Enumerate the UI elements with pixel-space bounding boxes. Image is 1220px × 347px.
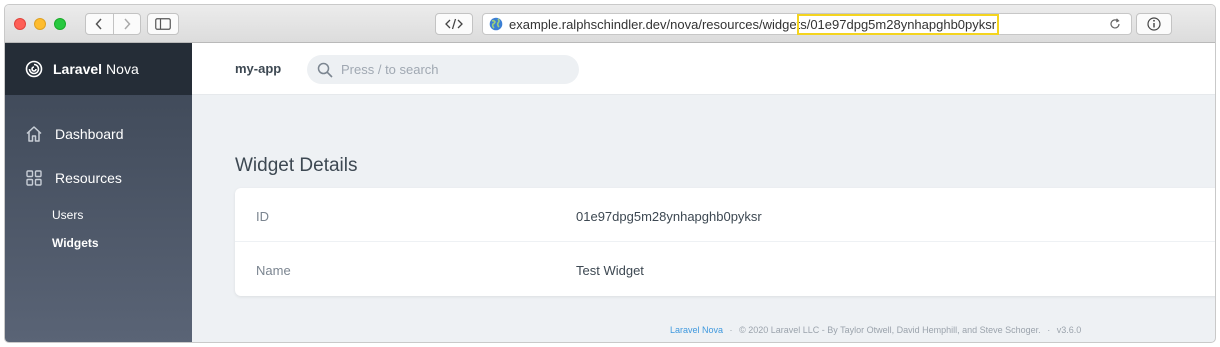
- copyright-text: © 2020 Laravel LLC - By Taylor Otwell, D…: [739, 325, 1041, 335]
- nova-link[interactable]: Laravel Nova: [670, 325, 723, 335]
- search-icon: [317, 62, 333, 78]
- address-bar[interactable]: example.ralphschindler.dev/nova/resource…: [482, 13, 1132, 35]
- sidebar: Laravel Nova Dashboard Resources Users W…: [5, 43, 192, 342]
- field-label: Name: [256, 263, 291, 278]
- app-header: my-app Press / to search: [192, 43, 1215, 95]
- sidebar-item-users[interactable]: Users: [52, 208, 83, 222]
- info-icon: [1147, 17, 1161, 31]
- nova-logo-icon: [25, 60, 43, 78]
- browser-window: example.ralphschindler.dev/nova/resource…: [4, 4, 1216, 343]
- sidebar-item-label: Resources: [55, 170, 122, 186]
- page-info-button[interactable]: [1136, 13, 1172, 35]
- chevron-left-icon: [95, 18, 102, 30]
- minimize-window-button[interactable]: [34, 18, 46, 30]
- globe-icon: [489, 17, 503, 31]
- search-placeholder: Press / to search: [341, 62, 439, 77]
- global-search-input[interactable]: Press / to search: [307, 55, 579, 84]
- url-text: example.ralphschindler.dev/nova/resource…: [509, 13, 1000, 35]
- back-button[interactable]: [86, 14, 113, 34]
- detail-row-id: ID 01e97dpg5m28ynhapghb0pyksr: [235, 188, 1215, 242]
- detail-row-name: Name Test Widget: [235, 242, 1215, 296]
- footer-separator: ·: [1047, 325, 1051, 335]
- close-window-button[interactable]: [14, 18, 26, 30]
- chevron-right-icon: [124, 18, 131, 30]
- brand-logo-link[interactable]: Laravel Nova: [5, 43, 192, 95]
- footer-separator: ·: [729, 325, 733, 335]
- sidebar-item-widgets[interactable]: Widgets: [52, 236, 99, 250]
- reload-icon[interactable]: [1109, 18, 1121, 30]
- brand-name: Nova: [106, 61, 139, 77]
- version-text: v3.6.0: [1056, 325, 1082, 335]
- forward-button[interactable]: [112, 14, 141, 34]
- field-value: Test Widget: [576, 263, 644, 278]
- brand-name-bold: Laravel: [53, 61, 103, 77]
- page-title: Widget Details: [235, 155, 358, 176]
- history-nav: [85, 13, 141, 35]
- field-label: ID: [256, 209, 269, 224]
- page-footer: Laravel Nova · © 2020 Laravel LLC - By T…: [670, 325, 1081, 335]
- grid-icon: [26, 170, 42, 186]
- web-inspector-button[interactable]: [435, 13, 473, 35]
- field-value: 01e97dpg5m28ynhapghb0pyksr: [576, 209, 762, 224]
- sidebar-toggle-button[interactable]: [147, 13, 179, 35]
- app-name-link[interactable]: my-app: [235, 61, 281, 76]
- sidebar-item-dashboard[interactable]: Dashboard: [25, 125, 124, 143]
- zoom-window-button[interactable]: [54, 18, 66, 30]
- sidebar-item-resources[interactable]: Resources: [25, 169, 122, 187]
- home-icon: [26, 126, 42, 142]
- url-prefix: example.ralphschindler.dev/nova/resource…: [509, 16, 801, 32]
- browser-toolbar: example.ralphschindler.dev/nova/resource…: [5, 5, 1215, 43]
- sidebar-icon: [155, 18, 171, 30]
- detail-card: ID 01e97dpg5m28ynhapghb0pyksr Name Test …: [235, 188, 1215, 296]
- code-icon: [445, 18, 463, 30]
- url-highlighted-segment: s/01e97dpg5m28ynhapghb0pyksr: [797, 13, 1000, 35]
- sidebar-item-label: Dashboard: [55, 126, 124, 142]
